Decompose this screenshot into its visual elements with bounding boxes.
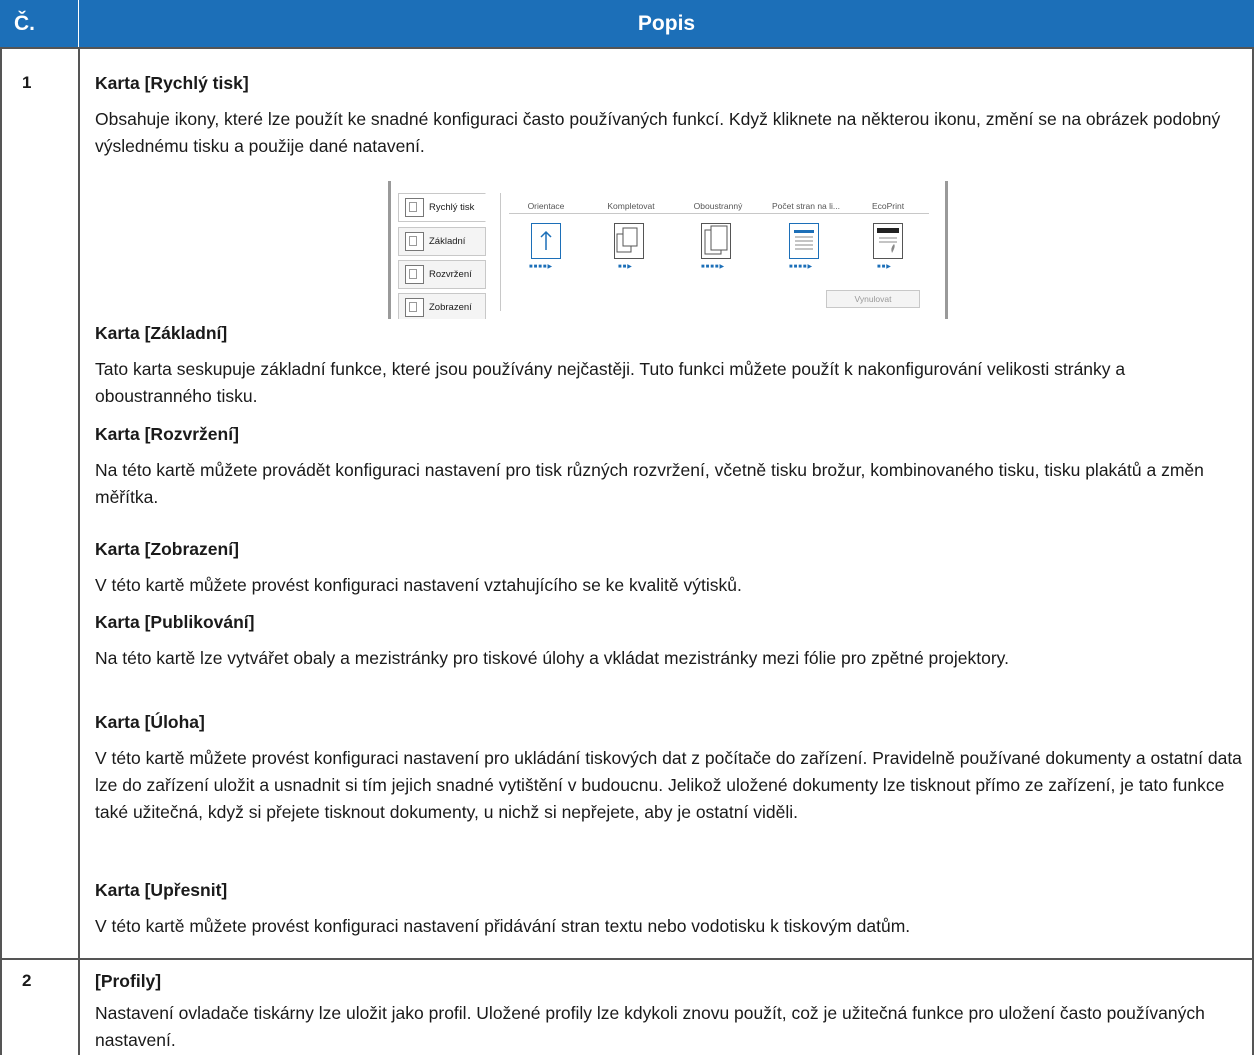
section-title: Karta [Úloha] xyxy=(95,712,205,732)
section-text: V této kartě můžete provést konfiguraci … xyxy=(95,916,911,936)
section-text: Na této kartě lze vytvářet obaly a mezis… xyxy=(95,648,1009,668)
side-tab-label: Základní xyxy=(429,236,466,247)
section-text: V této kartě můžete provést konfiguraci … xyxy=(95,575,742,595)
orientation-icon[interactable] xyxy=(531,223,561,259)
row-divider xyxy=(0,47,1254,49)
ecoprint-icon[interactable] xyxy=(873,223,903,259)
row-number: 2 xyxy=(22,971,32,990)
section-title: Karta [Rychlý tisk] xyxy=(95,73,249,93)
row-divider xyxy=(0,958,1254,960)
quick-print-icon xyxy=(405,198,424,217)
section-title: Karta [Upřesnit] xyxy=(95,880,228,900)
column-label: EcoPrint xyxy=(871,201,905,211)
duplex-icon[interactable] xyxy=(701,223,731,259)
panel-divider xyxy=(509,213,929,214)
selection-dots: ■■■■▶ xyxy=(701,264,726,270)
layout-icon xyxy=(405,265,424,284)
column-label: Orientace xyxy=(527,201,565,211)
arrow-up-icon xyxy=(540,230,552,250)
header-description: Popis xyxy=(79,0,1254,47)
column-label: Počet stran na li... xyxy=(771,201,841,211)
section-title: Karta [Zobrazení] xyxy=(95,539,239,559)
imaging-icon xyxy=(405,298,424,317)
side-tab-imaging[interactable]: Zobrazení xyxy=(398,293,486,319)
side-tab-label: Zobrazení xyxy=(429,302,472,313)
text-lines-icon xyxy=(794,230,814,250)
side-tab-label: Rychlý tisk xyxy=(429,202,475,213)
selection-dots: ■■■■▶ xyxy=(789,264,814,270)
selection-dots: ■■▶ xyxy=(618,264,633,270)
pages-stack-icon xyxy=(616,227,638,253)
column-label: Oboustranný xyxy=(693,201,743,211)
table-border-left xyxy=(0,47,2,1055)
side-tab-layout[interactable]: Rozvržení xyxy=(398,260,486,289)
screenshot-border xyxy=(388,181,391,319)
section-text: Nastavení ovladače tiskárny lze uložit j… xyxy=(95,1003,1205,1050)
section-text: Tato karta seskupuje základní funkce, kt… xyxy=(95,359,1126,406)
section-title: Karta [Publikování] xyxy=(95,612,255,632)
eco-leaf-icon xyxy=(877,228,899,253)
duplex-pages-icon xyxy=(704,225,728,255)
selection-dots: ■■■■▶ xyxy=(529,264,554,270)
selection-dots: ■■▶ xyxy=(877,264,892,270)
quick-print-screenshot: Rychlý tisk Základní Rozvržení Zobrazení… xyxy=(388,181,948,319)
header-number: Č. xyxy=(0,0,78,47)
side-tab-quick-print[interactable]: Rychlý tisk xyxy=(398,193,486,222)
description-table: Č. Popis 1 Karta [Rychlý tisk] Obsahuje … xyxy=(0,0,1254,1055)
basic-icon xyxy=(405,232,424,251)
section-title: [Profily] xyxy=(95,971,162,991)
section-text: Na této kartě můžete provádět konfigurac… xyxy=(95,460,1204,507)
section-title: Karta [Rozvržení] xyxy=(95,424,239,444)
column-divider xyxy=(78,47,80,1055)
reset-button[interactable]: Vynulovat xyxy=(826,290,920,308)
section-text: V této kartě můžete provést konfiguraci … xyxy=(95,748,1242,822)
screenshot-border xyxy=(945,181,948,319)
pages-per-sheet-icon[interactable] xyxy=(789,223,819,259)
column-label: Kompletovat xyxy=(607,201,655,211)
row-number: 1 xyxy=(22,73,32,92)
side-tab-label: Rozvržení xyxy=(429,269,472,280)
side-tab-basic[interactable]: Základní xyxy=(398,227,486,256)
section-title: Karta [Základní] xyxy=(95,323,228,343)
section-text: Obsahuje ikony, které lze použít ke snad… xyxy=(95,109,1221,156)
collate-icon[interactable] xyxy=(614,223,644,259)
